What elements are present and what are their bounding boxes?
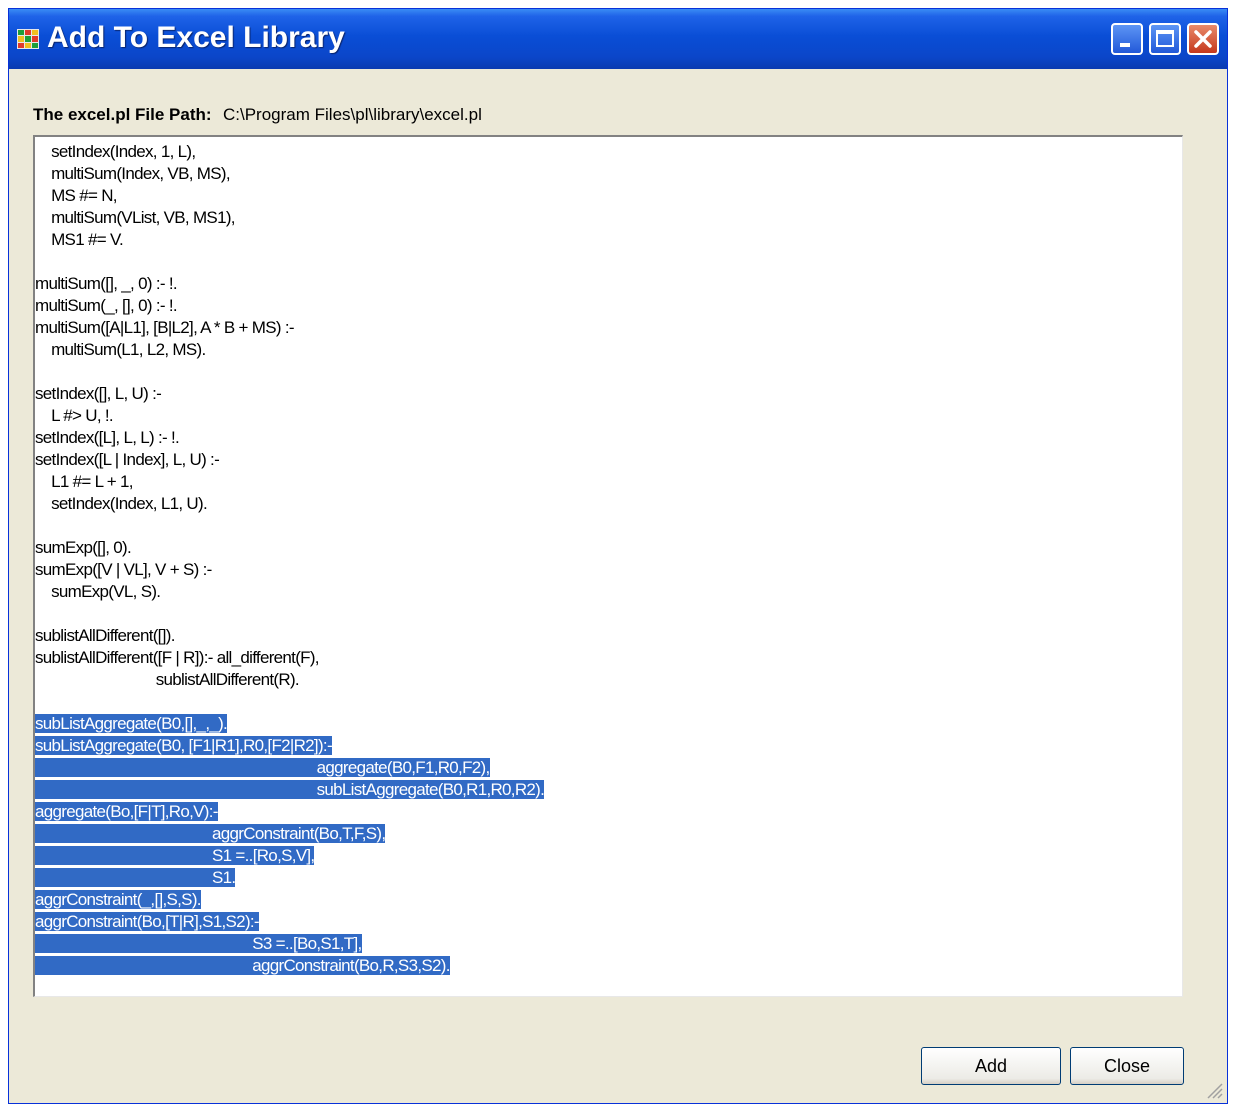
- code-line-text: sumExp([], 0).: [35, 538, 132, 557]
- code-line-text: subListAggregate(B0,R1,R0,R2).: [35, 780, 545, 799]
- code-lines: setIndex(Index, 1, L), multiSum(Index, V…: [35, 141, 545, 977]
- code-line-text: subListAggregate(B0, [F1|R1],R0,[F2|R2])…: [35, 736, 333, 755]
- code-line: MS #= N,: [35, 185, 544, 207]
- close-button[interactable]: Close: [1070, 1047, 1184, 1085]
- code-line-text: aggrConstraint(_,[],S,S).: [35, 890, 202, 909]
- code-line: S1.: [35, 867, 544, 889]
- code-line-text: multiSum([A|L1], [B|L2], A * B + MS) :-: [35, 318, 295, 337]
- window-title: Add To Excel Library: [47, 21, 345, 54]
- code-line: setIndex([L], L, L) :- !.: [35, 427, 544, 449]
- code-line-text: multiSum(VList, VB, MS1),: [35, 208, 235, 227]
- code-line: aggregate(B0,F1,R0,F2),: [35, 757, 544, 779]
- code-line: setIndex(Index, 1, L),: [35, 141, 544, 163]
- code-line-text: multiSum([], _, 0) :- !.: [35, 274, 178, 293]
- code-line-text: sumExp([V | VL], V + S) :-: [35, 560, 212, 579]
- code-line: sublistAllDifferent([]).: [35, 625, 544, 647]
- code-line-text: aggrConstraint(Bo,[T|R],S1,S2):-: [35, 912, 260, 931]
- code-line-text: sublistAllDifferent([]).: [35, 626, 175, 645]
- code-line: MS1 #= V.: [35, 229, 544, 251]
- code-line: sumExp([V | VL], V + S) :-: [35, 559, 544, 581]
- code-line-text: sumExp(VL, S).: [35, 582, 161, 601]
- code-line-text: MS #= N,: [35, 186, 117, 205]
- code-line-text: setIndex([L], L, L) :- !.: [35, 428, 180, 447]
- code-line-text: aggregate(B0,F1,R0,F2),: [35, 758, 490, 777]
- code-line: multiSum(_, [], 0) :- !.: [35, 295, 544, 317]
- code-line-text: aggregate(Bo,[F|T],Ro,V):-: [35, 802, 218, 821]
- code-line: setIndex([], L, U) :-: [35, 383, 544, 405]
- code-line: subListAggregate(B0, [F1|R1],R0,[F2|R2])…: [35, 735, 544, 757]
- code-line: multiSum([], _, 0) :- !.: [35, 273, 544, 295]
- code-line-text: multiSum(Index, VB, MS),: [35, 164, 230, 183]
- code-line: setIndex([L | Index], L, U) :-: [35, 449, 544, 471]
- resize-grip-icon[interactable]: [1205, 1081, 1223, 1099]
- add-button[interactable]: Add: [921, 1047, 1061, 1085]
- code-line: sublistAllDifferent(R).: [35, 669, 544, 691]
- code-line-text: setIndex(Index, L1, U).: [35, 494, 208, 513]
- code-line-text: setIndex(Index, 1, L),: [35, 142, 196, 161]
- close-icon: [1194, 30, 1212, 48]
- code-line-text: L #> U, !.: [35, 406, 114, 425]
- code-line: sumExp([], 0).: [35, 537, 544, 559]
- code-line-text: aggrConstraint(Bo,R,S3,S2).: [35, 956, 450, 975]
- code-line: aggrConstraint(Bo,T,F,S),: [35, 823, 544, 845]
- code-line: multiSum(Index, VB, MS),: [35, 163, 544, 185]
- code-line: aggrConstraint(Bo,[T|R],S1,S2):-: [35, 911, 544, 933]
- code-line-text: multiSum(L1, L2, MS).: [35, 340, 206, 359]
- code-line-text: multiSum(_, [], 0) :- !.: [35, 296, 178, 315]
- code-line: subListAggregate(B0,R1,R0,R2).: [35, 779, 545, 801]
- code-editor[interactable]: setIndex(Index, 1, L), multiSum(Index, V…: [33, 135, 1183, 997]
- code-line-text: setIndex([L | Index], L, U) :-: [35, 450, 220, 469]
- minimize-button[interactable]: [1111, 23, 1143, 55]
- add-to-excel-library-window: Add To Excel Library The excel.pl File P…: [8, 8, 1228, 1104]
- code-line-text: aggrConstraint(Bo,T,F,S),: [35, 824, 386, 843]
- code-line: L1 #= L + 1,: [35, 471, 544, 493]
- code-line: multiSum(VList, VB, MS1),: [35, 207, 544, 229]
- code-line: aggregate(Bo,[F|T],Ro,V):-: [35, 801, 544, 823]
- code-line: S3 =..[Bo,S1,T],: [35, 933, 544, 955]
- title-bar[interactable]: Add To Excel Library: [9, 9, 1227, 69]
- code-line: setIndex(Index, L1, U).: [35, 493, 544, 515]
- code-line-text: S1.: [35, 868, 236, 887]
- code-line: aggrConstraint(_,[],S,S).: [35, 889, 544, 911]
- code-line-text: subListAggregate(B0,[],_,_).: [35, 714, 228, 733]
- code-line-text: S1 =..[Ro,S,V],: [35, 846, 315, 865]
- code-line: multiSum(L1, L2, MS).: [35, 339, 544, 361]
- code-line-text: L1 #= L + 1,: [35, 472, 133, 491]
- file-path-value: C:\Program Files\pl\library\excel.pl: [223, 105, 482, 124]
- code-line-text: MS1 #= V.: [35, 230, 124, 249]
- maximize-button[interactable]: [1149, 23, 1181, 55]
- close-window-button[interactable]: [1187, 23, 1219, 55]
- code-line: subListAggregate(B0,[],_,_).: [35, 713, 544, 735]
- code-line-text: sublistAllDifferent(R).: [35, 670, 300, 689]
- code-line: sumExp(VL, S).: [35, 581, 544, 603]
- code-line: S1 =..[Ro,S,V],: [35, 845, 544, 867]
- app-icon: [17, 29, 39, 49]
- code-line: multiSum([A|L1], [B|L2], A * B + MS) :-: [35, 317, 544, 339]
- code-line: sublistAllDifferent([F | R]):- all_diffe…: [35, 647, 544, 669]
- maximize-icon: [1156, 30, 1174, 47]
- code-line: aggrConstraint(Bo,R,S3,S2).: [35, 955, 544, 977]
- code-line-text: setIndex([], L, U) :-: [35, 384, 162, 403]
- code-line-text: S3 =..[Bo,S1,T],: [35, 934, 362, 953]
- file-path-label: The excel.pl File Path:: [33, 105, 212, 124]
- code-line-text: sublistAllDifferent([F | R]):- all_diffe…: [35, 648, 320, 667]
- code-line: L #> U, !.: [35, 405, 544, 427]
- minimize-icon: [1120, 43, 1130, 47]
